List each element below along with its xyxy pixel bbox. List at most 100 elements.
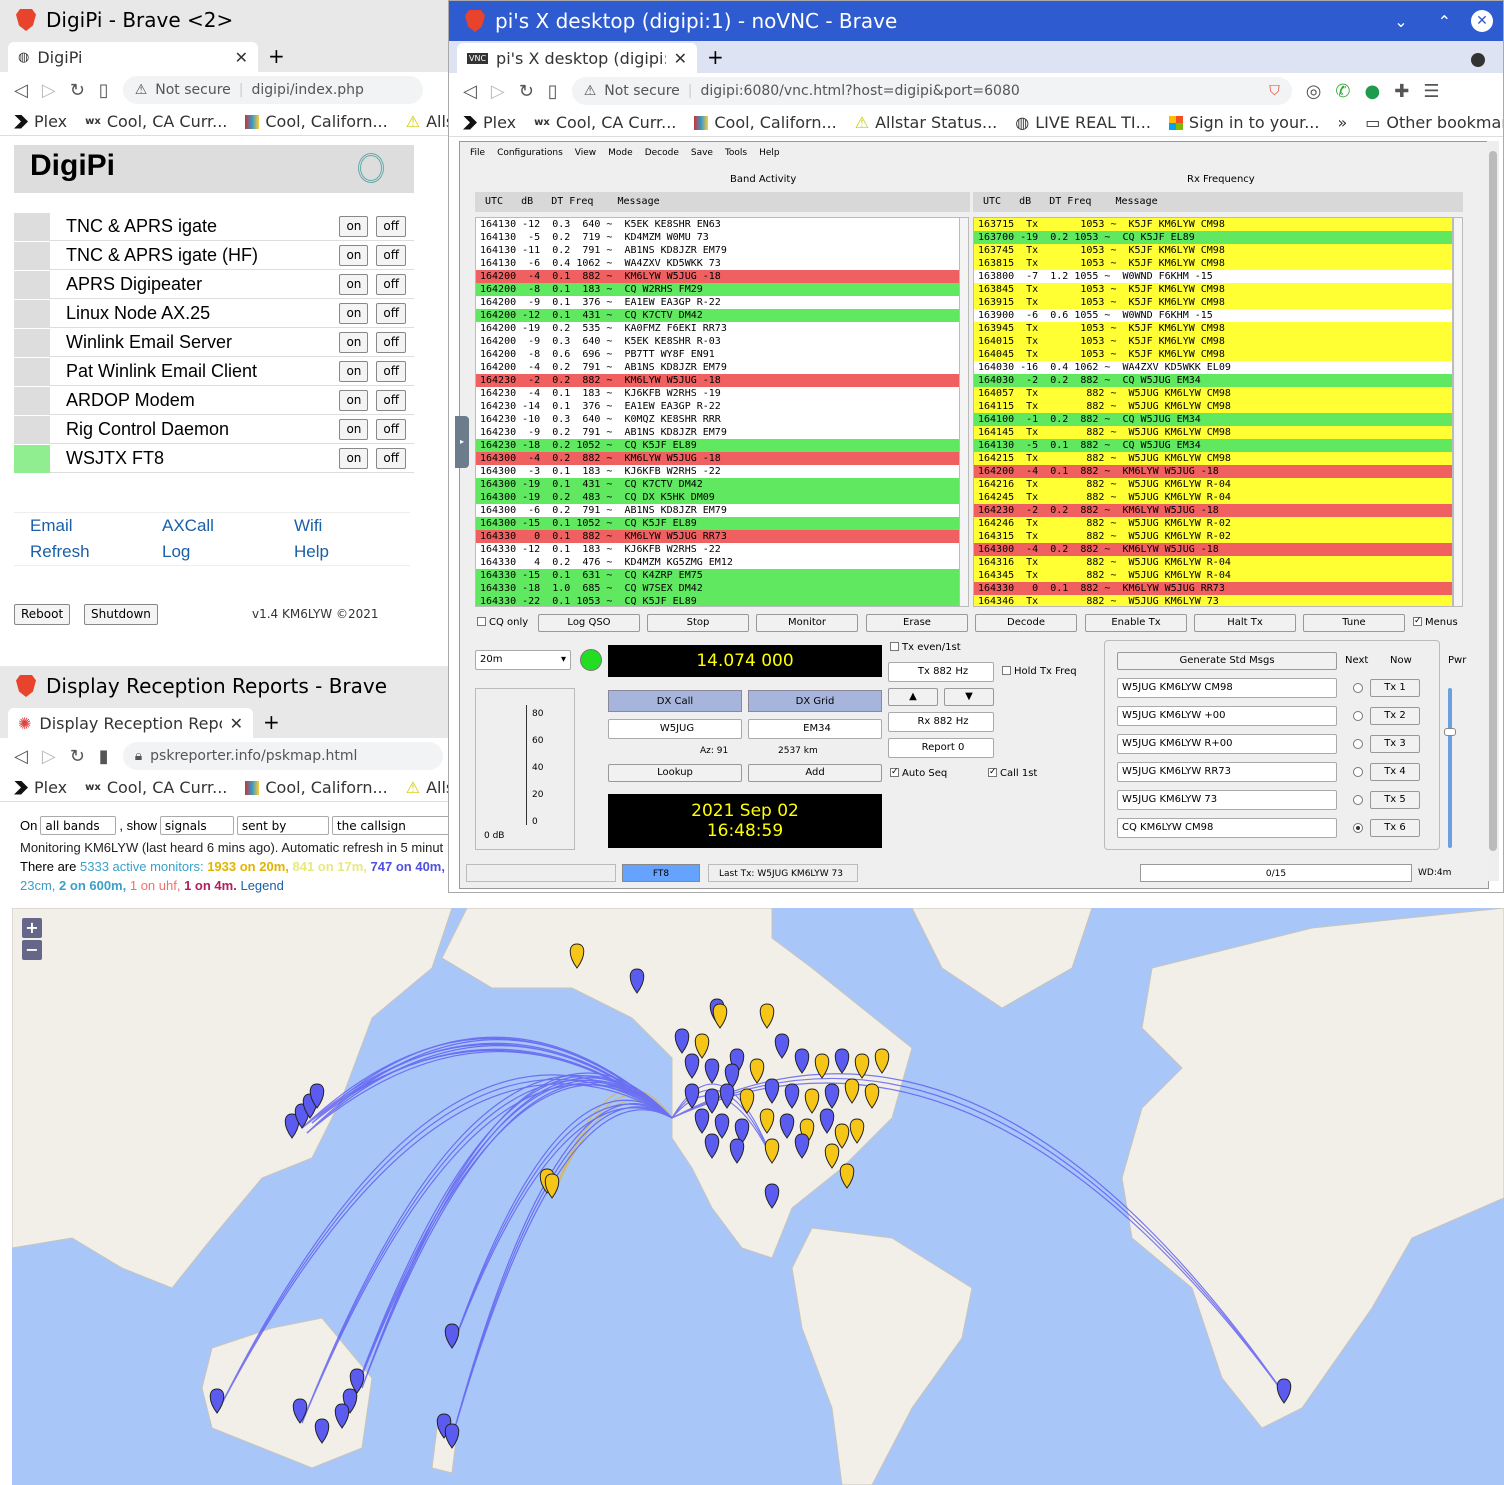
decode-row[interactable]: 164130 -11 0.2 791 ~ AB1NS KD8JZR EM79 bbox=[476, 244, 959, 257]
service-off-button[interactable]: off bbox=[376, 216, 406, 237]
reboot-button[interactable]: Reboot bbox=[14, 604, 71, 625]
rx-frequency-list[interactable]: 163715 Tx 1053 ~ K5JF KM6LYW CM98 163700 … bbox=[973, 217, 1453, 607]
decode-row[interactable]: 163815 Tx 1053 ~ K5JF KM6LYW CM98 bbox=[974, 257, 1452, 270]
tx-message-input[interactable]: W5JUG KM6LYW +00 bbox=[1117, 706, 1337, 726]
stop-button[interactable]: Stop bbox=[647, 614, 749, 632]
zoom-out-button[interactable]: − bbox=[22, 940, 42, 960]
tx-next-radio[interactable] bbox=[1353, 711, 1363, 721]
decode-row[interactable]: 164200 -9 0.1 376 ~ EA1EW EA3GP R-22 bbox=[476, 296, 959, 309]
zoom-in-button[interactable]: + bbox=[22, 918, 42, 938]
service-off-button[interactable]: off bbox=[376, 303, 406, 324]
bookmark-icon[interactable]: ▮ bbox=[99, 746, 109, 767]
digipi-titlebar[interactable]: DigiPi - Brave <2> bbox=[0, 0, 450, 40]
menu-icon[interactable]: ☰ bbox=[1423, 81, 1439, 102]
tx-now-button[interactable]: Tx 2 bbox=[1370, 707, 1420, 725]
decode-row[interactable]: 164300 -3 0.1 183 ~ KJ6KFB W2RHS -22 bbox=[476, 465, 959, 478]
auto-seq-box[interactable] bbox=[890, 768, 899, 777]
decode-row[interactable]: 164200 -12 0.1 431 ~ CQ K7CTV DM42 bbox=[476, 309, 959, 322]
menu-item[interactable]: Help bbox=[759, 148, 780, 158]
service-off-button[interactable]: off bbox=[376, 390, 406, 411]
tx-now-button[interactable]: Tx 1 bbox=[1370, 679, 1420, 697]
call-1st-box[interactable] bbox=[988, 768, 997, 777]
other-bookmarks[interactable]: ▭Other bookmarks bbox=[1365, 113, 1503, 132]
decode-row[interactable]: 164215 Tx 882 ~ W5JUG KM6LYW CM98 bbox=[974, 452, 1452, 465]
cq-only-checkbox[interactable]: CQ only bbox=[477, 617, 528, 628]
extension-icon-3[interactable]: ● bbox=[1365, 81, 1381, 102]
decode-row[interactable]: 164030 -2 0.2 882 ~ CQ W5JUG EM34 bbox=[974, 374, 1452, 387]
bookmark-live[interactable]: ◍ LIVE REAL TI... bbox=[1015, 113, 1151, 132]
tx-next-radio[interactable] bbox=[1353, 683, 1363, 693]
decode-row[interactable]: 164230 -14 0.1 376 ~ EA1EW EA3GP R-22 bbox=[476, 400, 959, 413]
bookmark-weather[interactable]: wx Cool, CA Curr... bbox=[85, 778, 227, 797]
bookmark-icon[interactable]: ▯ bbox=[99, 80, 109, 101]
show-select[interactable]: signals bbox=[159, 816, 234, 835]
bookmark-allstar[interactable]: ⚠ Allstar Status... bbox=[855, 113, 998, 132]
tx-next-radio[interactable] bbox=[1353, 767, 1363, 777]
decode-button[interactable]: Decode bbox=[975, 614, 1077, 632]
menus-box[interactable] bbox=[1413, 617, 1422, 626]
decode-row[interactable]: 164200 -9 0.3 640 ~ K5EK KE8SHR R-03 bbox=[476, 335, 959, 348]
link-email[interactable]: Email bbox=[30, 516, 73, 536]
bookmark-allstar[interactable]: ⚠Alls bbox=[406, 778, 450, 797]
bookmark-plex[interactable]: Plex bbox=[14, 778, 67, 797]
tx-message-input[interactable]: W5JUG KM6LYW CM98 bbox=[1117, 678, 1337, 698]
tx-message-input[interactable]: W5JUG KM6LYW 73 bbox=[1117, 790, 1337, 810]
bookmark-allstar[interactable]: ⚠Alls bbox=[406, 112, 450, 131]
tx-now-button[interactable]: Tx 5 bbox=[1370, 791, 1420, 809]
tx-message-input[interactable]: CQ KM6LYW CM98 bbox=[1117, 818, 1337, 838]
decode-row[interactable]: 164230 -2 0.2 882 ~ KM6LYW W5JUG -18 bbox=[476, 374, 959, 387]
decode-row[interactable]: 164245 Tx 882 ~ W5JUG KM6LYW R-04 bbox=[974, 491, 1452, 504]
menu-item[interactable]: Configurations bbox=[497, 148, 563, 158]
psk-titlebar[interactable]: Display Reception Reports - Brave bbox=[0, 666, 450, 706]
service-on-button[interactable]: on bbox=[339, 390, 369, 411]
service-on-button[interactable]: on bbox=[339, 245, 369, 266]
dx-grid-input[interactable]: EM34 bbox=[748, 719, 882, 739]
close-icon[interactable]: ✕ bbox=[1471, 10, 1493, 32]
monitor-button[interactable]: Monitor bbox=[756, 614, 858, 632]
tx-next-radio[interactable] bbox=[1353, 795, 1363, 805]
band-scrollbar[interactable] bbox=[959, 217, 969, 607]
decode-row[interactable]: 163715 Tx 1053 ~ K5JF KM6LYW CM98 bbox=[974, 218, 1452, 231]
tx-message-input[interactable]: W5JUG KM6LYW R+00 bbox=[1117, 734, 1337, 754]
band-select[interactable]: all bands bbox=[40, 816, 117, 835]
new-tab-icon[interactable]: + bbox=[697, 45, 734, 73]
forward-icon[interactable]: ▷ bbox=[42, 746, 56, 767]
tx-now-button[interactable]: Tx 3 bbox=[1370, 735, 1420, 753]
bookmark-weather[interactable]: wx Cool, CA Curr... bbox=[534, 113, 676, 132]
cq-only-box[interactable] bbox=[477, 617, 486, 626]
forward-icon[interactable]: ▷ bbox=[42, 80, 56, 101]
vnc-canvas[interactable]: File Configurations View Mode Decode Save Tool… bbox=[455, 141, 1489, 889]
tab-vnc[interactable]: VNC pi's X desktop (digipi:1) - r ✕ bbox=[457, 43, 697, 73]
extension-icon-1[interactable]: ◎ bbox=[1306, 81, 1322, 102]
menu-item[interactable]: Save bbox=[691, 148, 713, 158]
decode-row[interactable]: 164130 -6 0.4 1062 ~ WA4ZXV KD5WKK 73 bbox=[476, 257, 959, 270]
tx-even-box[interactable] bbox=[890, 642, 899, 651]
decode-row[interactable]: 164100 -1 0.2 882 ~ CQ W5JUG EM34 bbox=[974, 413, 1452, 426]
call-1st-checkbox[interactable]: Call 1st bbox=[988, 768, 1037, 779]
decode-row[interactable]: 164230 -9 0.2 791 ~ AB1NS KD8JZR EM79 bbox=[476, 426, 959, 439]
report-spinner[interactable]: Report 0 bbox=[888, 738, 994, 758]
tx-down-button[interactable]: ▼ bbox=[944, 688, 994, 706]
service-off-button[interactable]: off bbox=[376, 274, 406, 295]
minimize-icon[interactable]: ⌄ bbox=[1384, 12, 1417, 31]
reload-icon[interactable]: ↻ bbox=[519, 81, 534, 102]
decode-row[interactable]: 164300 -4 0.2 882 ~ KM6LYW W5JUG -18 bbox=[974, 543, 1452, 556]
hold-tx-checkbox[interactable]: Hold Tx Freq bbox=[1002, 666, 1077, 677]
decode-row[interactable]: 164330 -12 0.1 183 ~ KJ6KFB W2RHS -22 bbox=[476, 543, 959, 556]
vnc-titlebar[interactable]: pi's X desktop (digipi:1) - noVNC - Brav… bbox=[449, 1, 1503, 41]
bookmark-signin[interactable]: Sign in to your... bbox=[1168, 113, 1319, 132]
decode-row[interactable]: 164130 -5 0.1 882 ~ CQ W5JUG EM34 bbox=[974, 439, 1452, 452]
decode-row[interactable]: 164030 -16 0.4 1062 ~ WA4ZXV KD5WKK EL09 bbox=[974, 361, 1452, 374]
close-icon[interactable]: ✕ bbox=[230, 714, 243, 733]
menu-item[interactable]: Decode bbox=[645, 148, 679, 158]
link-log[interactable]: Log bbox=[162, 542, 190, 562]
decode-row[interactable]: 163700 -19 0.2 1053 ~ CQ K5JF EL89 bbox=[974, 231, 1452, 244]
back-icon[interactable]: ◁ bbox=[463, 81, 477, 102]
power-slider-handle[interactable] bbox=[1444, 728, 1456, 736]
tab-reception-reports[interactable]: ✺ Display Reception Reports ✕ bbox=[8, 708, 253, 738]
enable-tx-button[interactable]: Enable Tx bbox=[1085, 614, 1187, 632]
service-off-button[interactable]: off bbox=[376, 361, 406, 382]
decode-row[interactable]: 164130 -12 0.3 640 ~ K5EK KE8SHR EN63 bbox=[476, 218, 959, 231]
decode-row[interactable]: 164200 -4 0.2 791 ~ AB1NS KD8JZR EM79 bbox=[476, 361, 959, 374]
decode-row[interactable]: 163800 -7 1.2 1055 ~ W0WND F6KHM -15 bbox=[974, 270, 1452, 283]
